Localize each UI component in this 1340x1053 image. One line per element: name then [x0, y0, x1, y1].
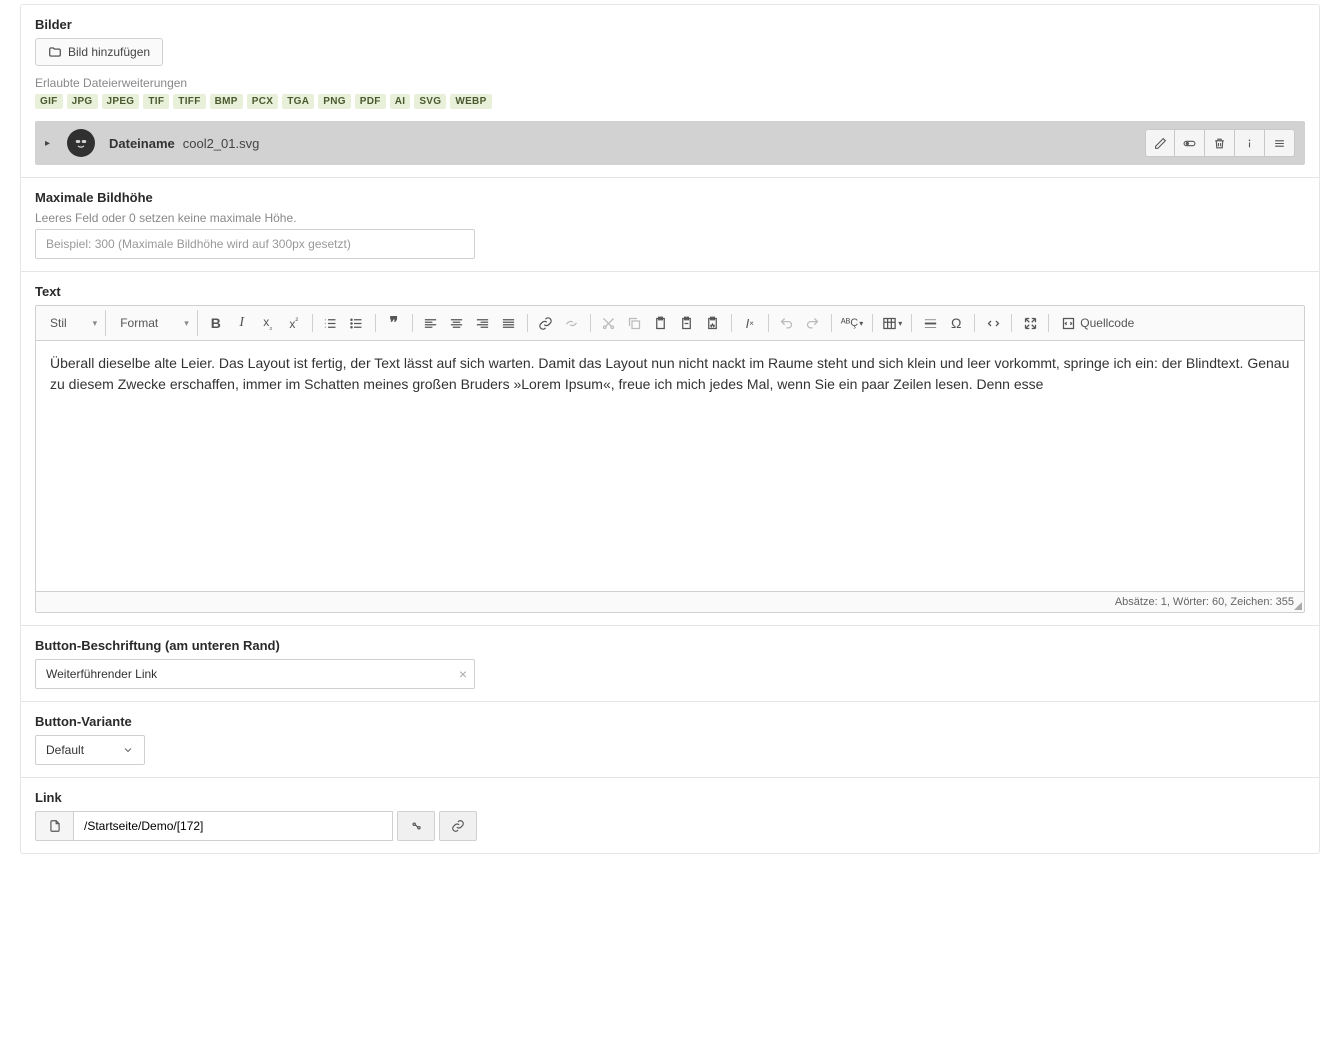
- format-dropdown[interactable]: Format▾: [112, 310, 198, 336]
- button-variant-title: Button-Variante: [35, 714, 1305, 729]
- link-open-button[interactable]: [439, 811, 477, 841]
- paste-text-button[interactable]: [675, 310, 699, 336]
- superscript-button[interactable]: x²: [282, 310, 306, 336]
- redo-button[interactable]: [801, 310, 825, 336]
- align-justify-button[interactable]: [497, 310, 521, 336]
- button-label-title: Button-Beschriftung (am unteren Rand): [35, 638, 1305, 653]
- blockquote-button[interactable]: ❞: [382, 310, 406, 336]
- button-label-input[interactable]: [35, 659, 475, 689]
- style-dropdown[interactable]: Stil▾: [42, 310, 106, 336]
- ext-list: GIF JPG JPEGTIF TIFF BMP PCX TGA PNG PDF AISVG WEB…: [35, 94, 1305, 109]
- link-title: Link: [35, 790, 1305, 805]
- editor-content[interactable]: Überall dieselbe alte Leier. Das Layout …: [36, 341, 1304, 591]
- section-link: Link: [21, 777, 1319, 853]
- ext-tag: TIF: [143, 94, 169, 109]
- ext-tag: JPEG: [102, 94, 140, 109]
- editor-toolbar: Stil▾ Format▾ B I x₂ x² ❞: [36, 306, 1304, 341]
- hr-button[interactable]: [918, 310, 942, 336]
- iframe-button[interactable]: [981, 310, 1005, 336]
- section-images: Bilder Bild hinzufügen Erlaubte Dateierw…: [21, 5, 1319, 177]
- file-thumbnail: [67, 129, 95, 157]
- chevron-down-icon: [122, 744, 134, 756]
- paste-button[interactable]: [649, 310, 673, 336]
- align-center-button[interactable]: [445, 310, 469, 336]
- filename-value: cool2_01.svg: [183, 136, 260, 151]
- edit-button[interactable]: [1145, 129, 1175, 157]
- maximize-button[interactable]: [1018, 310, 1042, 336]
- ext-tag: PCX: [247, 94, 278, 109]
- ext-tag: GIF: [35, 94, 63, 109]
- table-button[interactable]: ▾: [879, 310, 905, 336]
- folder-icon: [48, 45, 62, 59]
- toggle-button[interactable]: [1175, 129, 1205, 157]
- align-left-button[interactable]: [419, 310, 443, 336]
- menu-button[interactable]: [1265, 129, 1295, 157]
- link-picker-button[interactable]: [397, 811, 435, 841]
- button-variant-select[interactable]: Default: [35, 735, 145, 765]
- unlink-button[interactable]: [560, 310, 584, 336]
- delete-button[interactable]: [1205, 129, 1235, 157]
- text-title: Text: [35, 284, 1305, 299]
- info-button[interactable]: [1235, 129, 1265, 157]
- undo-button[interactable]: [775, 310, 799, 336]
- ext-tag: SVG: [414, 94, 446, 109]
- editor-footer: Absätze: 1, Wörter: 60, Zeichen: 355: [36, 591, 1304, 612]
- section-maxheight: Maximale Bildhöhe Leeres Feld oder 0 set…: [21, 177, 1319, 271]
- align-right-button[interactable]: [471, 310, 495, 336]
- copy-button[interactable]: [623, 310, 647, 336]
- unordered-list-button[interactable]: [345, 310, 369, 336]
- ext-tag: WEBP: [450, 94, 491, 109]
- maxheight-hint: Leeres Feld oder 0 setzen keine maximale…: [35, 211, 1305, 225]
- images-title: Bilder: [35, 17, 1305, 32]
- filename-label: Dateiname: [109, 136, 175, 151]
- subscript-button[interactable]: x₂: [256, 310, 280, 336]
- special-char-button[interactable]: Ω: [944, 310, 968, 336]
- italic-button[interactable]: I: [230, 310, 254, 336]
- file-actions: [1145, 129, 1295, 157]
- link-input[interactable]: [73, 811, 393, 841]
- link-button[interactable]: [534, 310, 558, 336]
- source-button[interactable]: Quellcode: [1055, 310, 1140, 336]
- ext-tag: PDF: [355, 94, 386, 109]
- ext-tag: JPG: [67, 94, 98, 109]
- section-button-variant: Button-Variante Default: [21, 701, 1319, 777]
- maxheight-input[interactable]: [35, 229, 475, 259]
- ext-tag: PNG: [318, 94, 351, 109]
- ordered-list-button[interactable]: [319, 310, 343, 336]
- resize-grip[interactable]: [1292, 600, 1302, 610]
- rich-text-editor: Stil▾ Format▾ B I x₂ x² ❞: [35, 305, 1305, 613]
- expand-icon[interactable]: ▸: [45, 138, 57, 149]
- bold-button[interactable]: B: [204, 310, 228, 336]
- section-text: Text Stil▾ Format▾ B I x₂ x² ❞: [21, 271, 1319, 625]
- editor-stats: Absätze: 1, Wörter: 60, Zeichen: 355: [1115, 596, 1294, 608]
- maxheight-title: Maximale Bildhöhe: [35, 190, 1305, 205]
- section-button-label: Button-Beschriftung (am unteren Rand) ×: [21, 625, 1319, 701]
- ext-tag: BMP: [210, 94, 243, 109]
- file-row[interactable]: ▸ Dateiname cool2_01.svg: [35, 121, 1305, 165]
- button-variant-value: Default: [46, 743, 84, 757]
- clear-icon[interactable]: ×: [459, 666, 467, 682]
- ext-tag: TGA: [282, 94, 314, 109]
- add-image-label: Bild hinzufügen: [68, 45, 150, 59]
- add-image-button[interactable]: Bild hinzufügen: [35, 38, 163, 66]
- paste-word-button[interactable]: [701, 310, 725, 336]
- cool-face-icon: [72, 134, 90, 152]
- ext-tag: TIFF: [173, 94, 205, 109]
- spellcheck-button[interactable]: ᴬᴮÇ▾: [838, 310, 867, 336]
- ext-hint: Erlaubte Dateierweiterungen: [35, 76, 1305, 90]
- ext-tag: AI: [390, 94, 411, 109]
- cut-button[interactable]: [597, 310, 621, 336]
- link-type-icon: [35, 811, 73, 841]
- remove-format-button[interactable]: I×: [738, 310, 762, 336]
